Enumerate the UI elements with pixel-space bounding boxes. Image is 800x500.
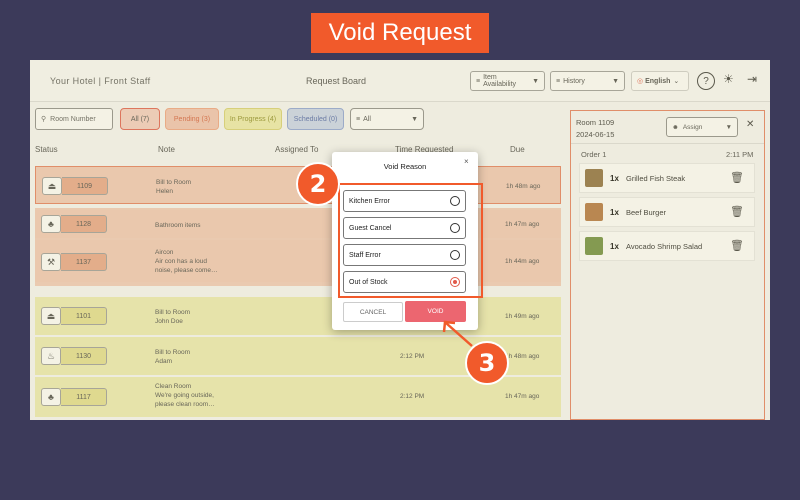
cancel-button[interactable]: CANCEL xyxy=(343,302,403,322)
arrow-icon xyxy=(442,320,473,347)
dialog-title: Void Reason xyxy=(383,162,427,171)
close-icon[interactable]: × xyxy=(464,157,469,166)
options-highlight-box xyxy=(338,183,483,298)
step-2-badge: 2 xyxy=(296,162,340,206)
title-banner: Void Request xyxy=(311,13,489,53)
